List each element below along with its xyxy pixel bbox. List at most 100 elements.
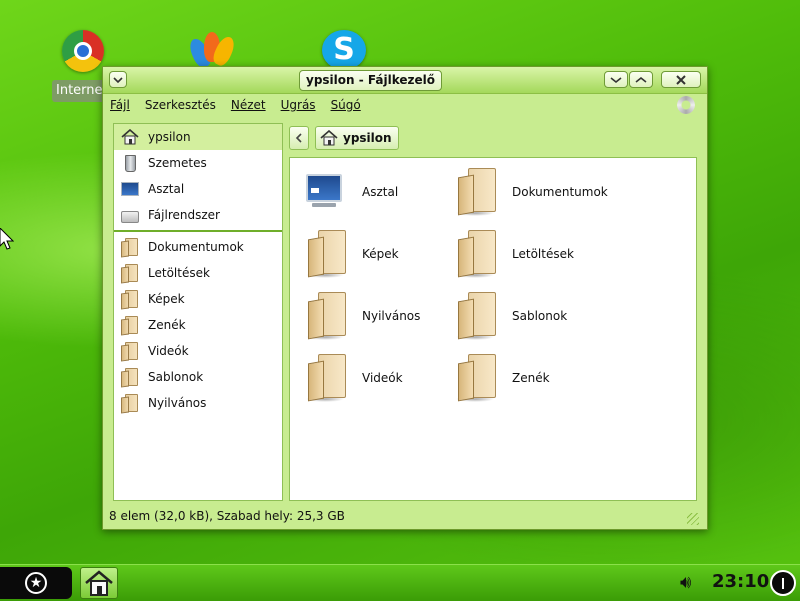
skype-icon: S [322, 30, 366, 70]
sidebar-item-label: Szemetes [148, 156, 207, 170]
folder-icon [120, 315, 140, 336]
sidebar-item-desktop[interactable]: Asztal [114, 176, 282, 202]
menu-view-label: Nézet [230, 98, 266, 112]
sidebar-item-templates[interactable]: Sablonok [114, 364, 282, 390]
back-button[interactable] [289, 126, 309, 150]
file-item-label: Letöltések [512, 247, 574, 261]
menu-bar: Fájl Szerkesztés Nézet Ugrás Súgó [103, 94, 707, 116]
sidebar-item-documents[interactable]: Dokumentumok [114, 234, 282, 260]
file-item-templates[interactable]: Sablonok [444, 290, 594, 342]
taskbar: ★ 🔊︎ 23:10 [0, 564, 800, 601]
file-item-label: Asztal [362, 185, 399, 199]
file-item-label: Videók [362, 371, 403, 385]
file-item-label: Képek [362, 247, 399, 261]
sidebar-item-downloads[interactable]: Letöltések [114, 260, 282, 286]
trash-icon [120, 153, 140, 173]
file-item-label: Nyilvános [362, 309, 421, 323]
sidebar-item-label: Képek [148, 292, 185, 306]
file-manager-window: ypsilon - Fájlkezelő Fájl Szerkesztés Né… [102, 66, 708, 530]
file-item-videos[interactable]: Videók [294, 352, 444, 404]
folder-icon [120, 393, 140, 414]
clock[interactable]: 23:10 [712, 571, 769, 592]
sidebar-item-pictures[interactable]: Képek [114, 286, 282, 312]
menu-edit-label: Szerkesztés [144, 98, 216, 112]
home-icon [320, 130, 338, 146]
chevron-down-icon [610, 76, 622, 83]
file-item-public[interactable]: Nyilvános [294, 290, 444, 342]
window-menu-button[interactable] [109, 71, 127, 88]
chevron-left-icon [295, 133, 302, 143]
sidebar-item-label: Sablonok [148, 370, 204, 384]
sidebar-item-music[interactable]: Zenék [114, 312, 282, 338]
sidebar-item-trash[interactable]: Szemetes [114, 150, 282, 176]
chrome-icon [62, 30, 104, 72]
menu-go-label: Ugrás [280, 98, 316, 112]
desktop-icon [304, 166, 350, 218]
folder-icon [304, 228, 350, 280]
file-item-documents[interactable]: Dokumentumok [444, 166, 608, 218]
star-icon: ★ [25, 572, 47, 594]
home-icon [85, 570, 113, 596]
breadcrumb-home[interactable]: ypsilon [315, 126, 399, 150]
sidebar-item-home[interactable]: ypsilon [114, 124, 282, 150]
folder-icon [454, 290, 500, 342]
folder-icon [454, 352, 500, 404]
file-item-music[interactable]: Zenék [444, 352, 594, 404]
menu-help-label: Súgó [330, 98, 361, 112]
sidebar-item-videos[interactable]: Videók [114, 338, 282, 364]
menu-edit[interactable]: Szerkesztés [138, 94, 224, 116]
maximize-button[interactable] [629, 71, 653, 88]
sidebar-item-label: Dokumentumok [148, 240, 244, 254]
sidebar-item-label: ypsilon [148, 130, 191, 144]
file-item-pictures[interactable]: Képek [294, 228, 444, 280]
sidebar-item-public[interactable]: Nyilvános [114, 390, 282, 416]
home-icon [120, 127, 140, 147]
sidebar-item-label: Letöltések [148, 266, 210, 280]
close-button[interactable] [661, 71, 701, 88]
sidebar-item-label: Asztal [148, 182, 185, 196]
folder-icon [454, 166, 500, 218]
drive-icon [120, 205, 140, 225]
sidebar-item-label: Zenék [148, 318, 186, 332]
status-text: 8 elem (32,0 kB), Szabad hely: 25,3 GB [109, 509, 345, 523]
folder-icon [120, 341, 140, 362]
file-icon-view: Asztal Dokumentumok Képek Letöltések Nyi… [289, 157, 697, 501]
menu-file[interactable]: Fájl [103, 94, 138, 116]
chevron-up-icon [635, 76, 647, 83]
breadcrumb-label: ypsilon [343, 131, 392, 145]
folder-icon [454, 228, 500, 280]
activity-spinner-icon [677, 96, 695, 114]
title-bar[interactable]: ypsilon - Fájlkezelő [103, 67, 707, 94]
menu-view[interactable]: Nézet [224, 94, 274, 116]
folder-icon [120, 263, 140, 284]
sidebar-item-label: Nyilvános [148, 396, 207, 410]
minimize-button[interactable] [604, 71, 628, 88]
window-title: ypsilon - Fájlkezelő [299, 70, 442, 91]
power-button[interactable] [770, 570, 796, 596]
start-button[interactable]: ★ [0, 567, 72, 599]
taskbar-file-manager-button[interactable] [80, 567, 118, 599]
menu-file-label: Fájl [110, 98, 130, 112]
file-item-desktop[interactable]: Asztal [294, 166, 444, 218]
menu-help[interactable]: Súgó [324, 94, 369, 116]
folder-icon [120, 289, 140, 310]
file-item-downloads[interactable]: Letöltések [444, 228, 594, 280]
mouse-cursor-icon [0, 228, 14, 250]
folder-icon [120, 237, 140, 258]
sidebar-separator [114, 230, 282, 232]
sidebar-item-filesystem[interactable]: Fájlrendszer [114, 202, 282, 228]
menu-go[interactable]: Ugrás [274, 94, 324, 116]
desktop-icon [120, 179, 140, 199]
folder-icon [304, 352, 350, 404]
sidebar-item-label: Fájlrendszer [148, 208, 220, 222]
chevron-down-icon [113, 76, 123, 83]
sidebar-item-label: Videók [148, 344, 189, 358]
file-item-label: Dokumentumok [512, 185, 608, 199]
places-sidebar: ypsilon Szemetes Asztal Fájlrendszer Dok… [113, 123, 283, 501]
file-item-label: Sablonok [512, 309, 568, 323]
volume-icon[interactable]: 🔊︎ [680, 573, 706, 593]
power-icon [782, 577, 784, 589]
close-icon [676, 74, 686, 85]
resize-grip[interactable] [687, 513, 699, 525]
status-bar: 8 elem (32,0 kB), Szabad hely: 25,3 GB [103, 503, 707, 529]
